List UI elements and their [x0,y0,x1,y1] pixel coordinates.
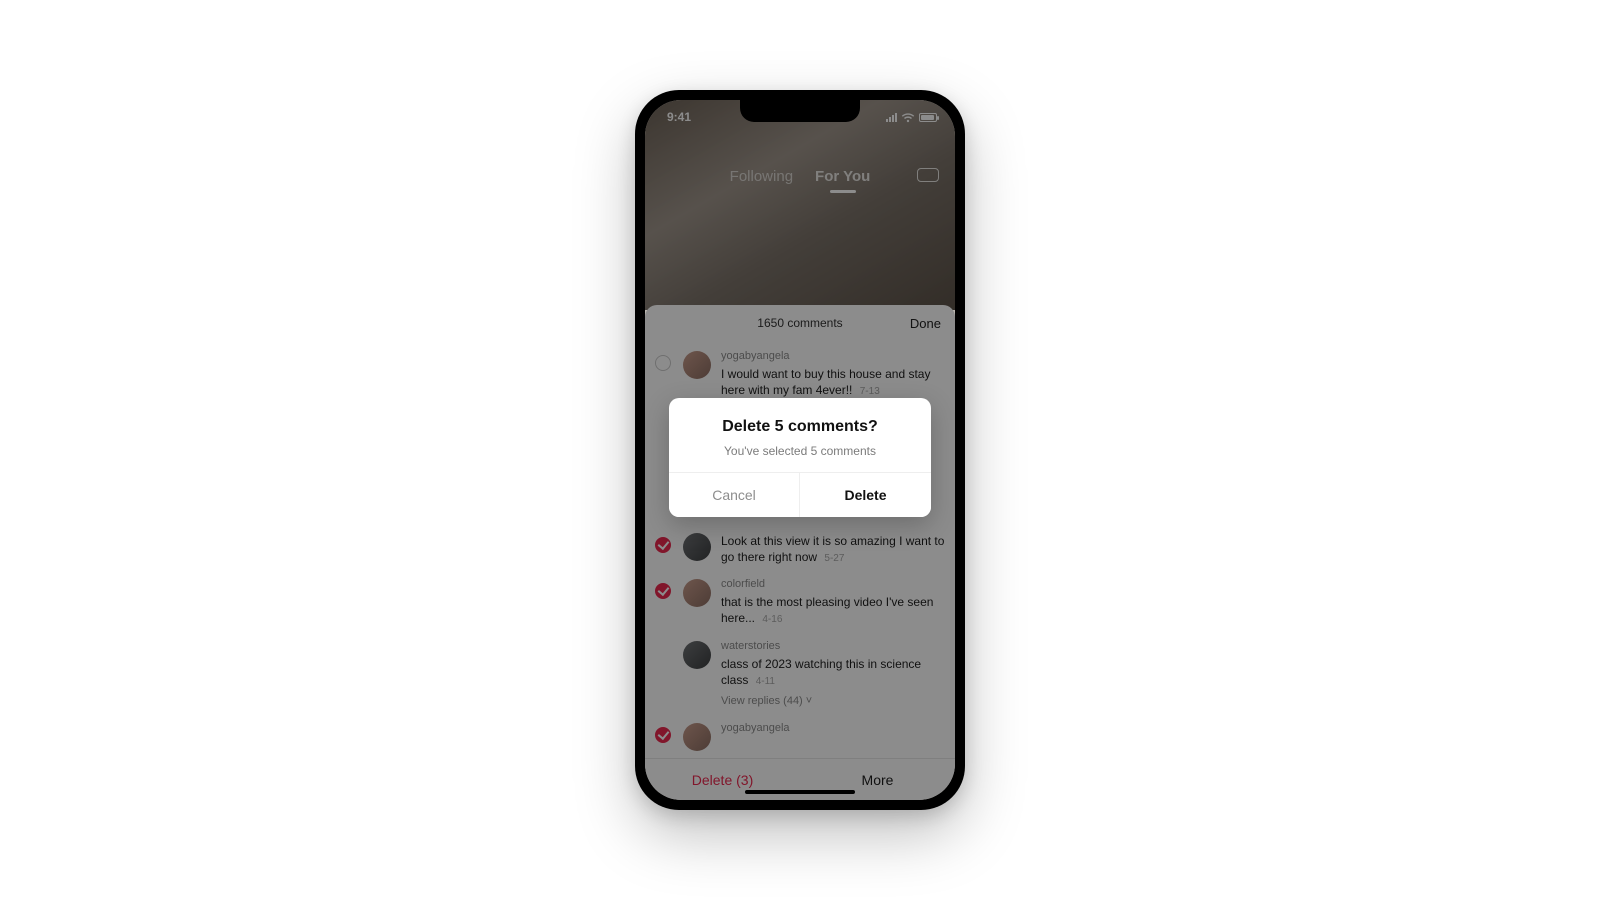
dialog-actions: Cancel Delete [669,472,931,517]
comment-row[interactable]: waterstories class of 2023 watching this… [655,633,945,715]
comment-body: yogabyangela I would want to buy this ho… [721,349,945,399]
select-checkbox[interactable] [655,537,671,553]
select-checkbox[interactable] [655,727,671,743]
comment-count: 1650 comments [757,316,842,330]
sheet-header: 1650 comments Done [645,305,955,341]
dialog-subtitle: You've selected 5 comments [687,444,913,458]
delete-button[interactable]: Delete [800,473,931,517]
status-time: 9:41 [667,110,691,124]
comment-body: waterstories class of 2023 watching this… [721,639,945,709]
comment-row[interactable]: colorfield that is the most pleasing vid… [655,571,945,633]
signal-icon [886,113,897,122]
comment-sheet: 1650 comments Done yogabyangela I would … [645,305,955,800]
comment-text: I would want to buy this house and stay … [721,367,930,397]
wifi-icon [901,112,915,123]
home-indicator[interactable] [745,790,855,794]
comment-username[interactable]: yogabyangela [721,349,945,364]
select-checkbox[interactable] [655,355,671,371]
comment-username[interactable]: waterstories [721,639,945,654]
comment-row[interactable]: yogabyangela [655,715,945,757]
delete-selected-button[interactable]: Delete (3) [645,772,800,788]
comment-body: yogabyangela [721,721,945,738]
comment-time: 4-11 [756,676,775,687]
avatar[interactable] [683,533,711,561]
feed-tabs: Following For You [645,168,955,185]
view-replies[interactable]: View replies (44) ˅ [721,694,945,709]
phone-frame: 9:41 Following For You 1650 comments Don… [635,90,965,810]
notch [740,100,860,122]
select-checkbox[interactable] [655,583,671,599]
comment-time: 5-27 [824,553,844,564]
avatar[interactable] [683,641,711,669]
avatar[interactable] [683,579,711,607]
comment-time: 4-16 [762,614,782,625]
comment-row[interactable]: yogabyangela I would want to buy this ho… [655,343,945,405]
done-button[interactable]: Done [910,305,941,341]
screen: 9:41 Following For You 1650 comments Don… [645,100,955,800]
dialog-body: Delete 5 comments? You've selected 5 com… [669,398,931,472]
tab-following[interactable]: Following [730,168,793,185]
avatar[interactable] [683,723,711,751]
live-icon[interactable] [917,168,939,182]
comment-username[interactable]: colorfield [721,577,945,592]
battery-icon [919,113,937,122]
tab-for-you[interactable]: For You [815,168,870,185]
confirm-dialog: Delete 5 comments? You've selected 5 com… [669,398,931,517]
comment-body: Look at this view it is so amazing I wan… [721,531,945,566]
comment-text: that is the most pleasing video I've see… [721,595,933,625]
more-button[interactable]: More [800,772,955,788]
cancel-button[interactable]: Cancel [669,473,800,517]
comment-text: class of 2023 watching this in science c… [721,657,921,687]
status-right [886,112,937,123]
comment-row[interactable]: Look at this view it is so amazing I wan… [655,525,945,572]
dialog-title: Delete 5 comments? [687,418,913,436]
comment-time: 7-13 [860,386,880,397]
comment-username[interactable]: yogabyangela [721,721,945,736]
avatar[interactable] [683,351,711,379]
comment-body: colorfield that is the most pleasing vid… [721,577,945,627]
